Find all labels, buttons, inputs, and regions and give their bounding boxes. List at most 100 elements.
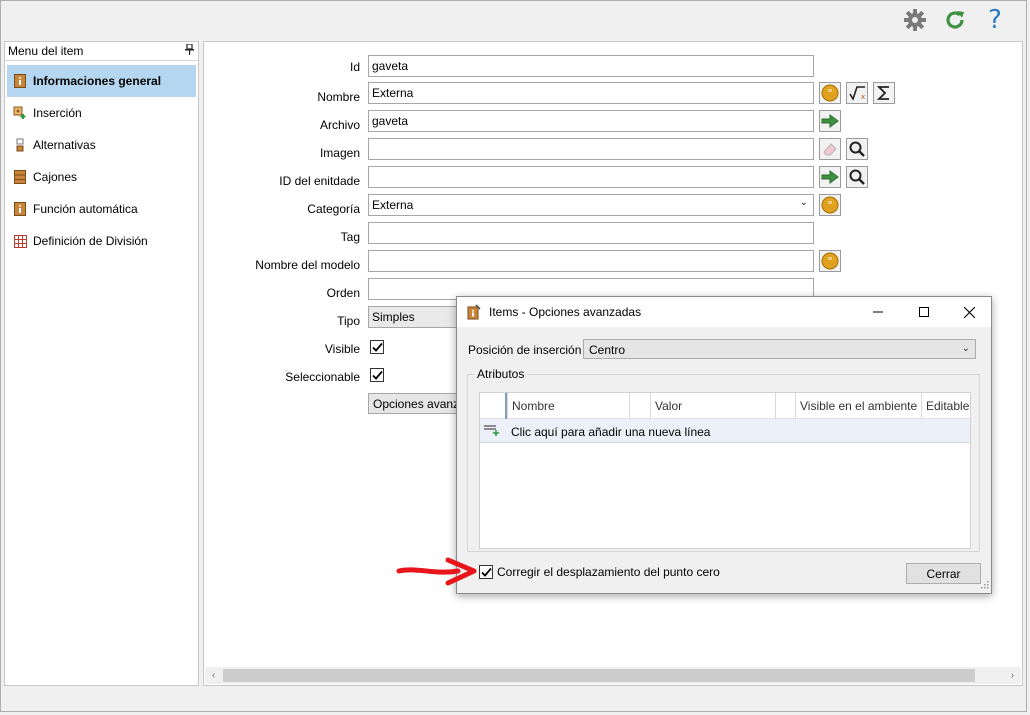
tag-label: Tag — [340, 230, 360, 244]
nombre-modelo-label: Nombre del modelo — [255, 258, 360, 272]
nombre-modelo-field[interactable] — [368, 250, 814, 272]
column-spacer — [629, 393, 650, 419]
quote-icon: " — [821, 84, 839, 102]
sidebar-item-insercion[interactable]: Inserción — [7, 97, 196, 129]
imagen-label: Imagen — [319, 146, 360, 160]
categoria-label: Categoría — [307, 202, 360, 216]
magnifier-icon — [849, 141, 865, 157]
sidebar-item-alternativas[interactable]: Alternativas — [7, 129, 196, 161]
scroll-left-icon[interactable]: ‹ — [205, 667, 222, 684]
sidebar-item-label: Alternativas — [33, 138, 96, 152]
column-valor[interactable]: Valor — [650, 393, 775, 419]
svg-text:": " — [827, 255, 832, 268]
new-row[interactable]: Clic aquí para añadir una nueva línea — [480, 419, 970, 443]
refresh-icon[interactable] — [942, 7, 968, 33]
archivo-field[interactable]: gaveta — [368, 110, 814, 132]
attributes-legend: Atributos — [474, 367, 528, 381]
sqrt-icon: x — [849, 86, 865, 101]
tipo-label: Tipo — [337, 314, 360, 328]
row-selector-header — [480, 393, 507, 419]
minimize-icon[interactable] — [855, 297, 901, 327]
attributes-group: Atributos Nombre Valor Visible en el amb… — [467, 367, 980, 552]
seleccionable-label: Seleccionable — [285, 370, 360, 384]
sidebar-item-label: Cajones — [33, 170, 78, 184]
categoria-select[interactable]: Externa ⌄ — [368, 194, 814, 216]
new-row-hint: Clic aquí para añadir una nueva línea — [511, 425, 711, 439]
imagen-field[interactable] — [368, 138, 814, 160]
insert-icon — [13, 106, 27, 120]
correct-offset-label: Corregir el desplazamiento del punto cer… — [497, 565, 720, 579]
modelo-translate-button[interactable]: " — [819, 250, 841, 272]
position-value: Centro — [589, 343, 626, 357]
id-entidad-label: ID del enitdade — [279, 174, 360, 188]
id-entidad-field[interactable] — [368, 166, 814, 188]
search-entidad-button[interactable] — [846, 166, 868, 188]
visible-label: Visible — [324, 342, 360, 356]
correct-offset-checkbox[interactable] — [479, 565, 493, 579]
search-image-button[interactable] — [846, 138, 868, 160]
arrow-right-icon — [821, 114, 839, 128]
dialog-title: Items - Opciones avanzadas — [489, 305, 642, 319]
position-select[interactable]: Centro ⌄ — [583, 339, 976, 359]
sidebar-item-label: Informaciones general — [33, 74, 162, 88]
sidebar-item-informaciones-general[interactable]: Informaciones general — [7, 65, 196, 97]
top-toolbar: ? — [902, 7, 1008, 33]
close-icon[interactable] — [946, 297, 992, 327]
column-nombre[interactable]: Nombre — [507, 393, 629, 419]
formula-button[interactable]: x — [846, 82, 868, 104]
archivo-go-button[interactable] — [819, 110, 841, 132]
column-visible[interactable]: Visible en el ambiente — [795, 393, 921, 419]
checkmark-icon — [480, 567, 492, 577]
sidebar-header: Menu del item — [5, 42, 198, 61]
dialog-titlebar[interactable]: Items - Opciones avanzadas — [457, 297, 991, 327]
dialog-body: Posición de inserción Centro ⌄ Atributos… — [457, 327, 991, 594]
pin-icon[interactable] — [185, 43, 194, 58]
seleccionable-checkbox[interactable] — [370, 368, 384, 382]
categoria-translate-button[interactable]: " — [819, 194, 841, 216]
quote-icon: " — [821, 252, 839, 270]
sidebar-item-definicion-division[interactable]: Definición de División — [7, 225, 196, 257]
items-icon — [467, 304, 481, 320]
eraser-icon — [823, 143, 837, 156]
advanced-options-dialog: Items - Opciones avanzadas Posición de i… — [456, 296, 992, 594]
drawers-icon — [13, 170, 27, 184]
translate-button[interactable]: " — [819, 82, 841, 104]
scrollbar-thumb[interactable] — [223, 669, 975, 682]
add-row-icon — [484, 424, 500, 439]
categoria-value: Externa — [372, 198, 414, 212]
sidebar-item-label: Inserción — [33, 106, 82, 120]
chevron-down-icon: ⌄ — [799, 197, 808, 208]
chevron-down-icon: ⌄ — [961, 343, 970, 354]
column-editable[interactable]: Editable — [921, 393, 970, 419]
tag-field[interactable] — [368, 222, 814, 244]
checkmark-icon — [371, 370, 383, 380]
clear-image-button[interactable] — [819, 138, 841, 160]
sidebar-item-cajones[interactable]: Cajones — [7, 161, 196, 193]
sidebar-item-funcion-automatica[interactable]: Función automática — [7, 193, 196, 225]
entidad-go-button[interactable] — [819, 166, 841, 188]
gear-icon[interactable] — [902, 7, 928, 33]
annotation-arrow-icon — [396, 557, 477, 586]
id-field[interactable]: gaveta — [368, 55, 814, 77]
visible-checkbox[interactable] — [370, 340, 384, 354]
sidebar: Menu del item Informaciones general Inse… — [4, 41, 199, 686]
close-button[interactable]: Cerrar — [906, 563, 981, 584]
checkmark-icon — [371, 342, 383, 352]
sidebar-item-label: Definición de División — [33, 234, 148, 248]
magnifier-icon — [849, 169, 865, 185]
quote-icon: " — [821, 196, 839, 214]
help-icon[interactable]: ? — [982, 7, 1008, 33]
horizontal-scrollbar[interactable]: ‹ › — [205, 667, 1021, 684]
attributes-grid: Nombre Valor Visible en el ambiente Edit… — [479, 392, 971, 549]
arrow-right-icon — [821, 170, 839, 184]
nombre-field[interactable]: Externa — [368, 82, 814, 104]
orden-label: Orden — [326, 286, 360, 300]
sidebar-title: Menu del item — [8, 44, 84, 58]
archivo-label: Archivo — [319, 118, 360, 132]
position-label: Posición de inserción — [468, 343, 582, 357]
resize-grip-icon[interactable] — [979, 578, 989, 592]
app-window: ? Menu del item Informaciones general In… — [0, 0, 1027, 712]
sum-button[interactable] — [873, 82, 895, 104]
scroll-right-icon[interactable]: › — [1004, 667, 1021, 684]
maximize-icon[interactable] — [901, 297, 947, 327]
